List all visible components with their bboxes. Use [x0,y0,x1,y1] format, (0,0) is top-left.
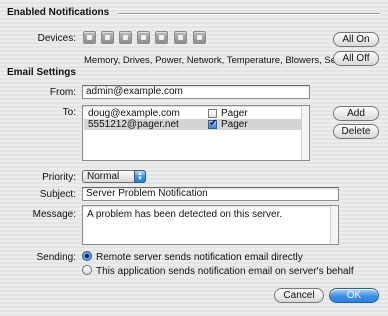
list-item[interactable]: doug@example.com Pager [84,108,301,119]
from-field[interactable]: admin@example.com [82,85,310,99]
devices-label: Devices: [37,33,76,44]
enabled-notifications-title: Enabled Notifications [7,7,110,18]
sending-option-remote-radio[interactable] [82,251,92,261]
sending-label: Sending: [36,252,76,263]
pager-label: Pager [221,119,248,130]
add-button[interactable]: Add [333,106,379,121]
blowers-icon[interactable] [174,31,187,44]
recipient-address: doug@example.com [88,108,180,119]
notification-settings-panel: Enabled Notifications Devices: Memory, D… [0,0,388,316]
from-label: From: [49,87,76,98]
sending-option-local-label: This application sends notification emai… [96,266,354,277]
popup-arrows-icon: ▲ ▼ [134,170,146,183]
delete-button[interactable]: Delete [333,124,379,139]
cancel-button[interactable]: Cancel [274,288,324,303]
email-settings-title: Email Settings [7,67,76,78]
message-scrollbar[interactable] [330,206,338,244]
pager-label: Pager [221,108,248,119]
temperature-icon[interactable] [155,31,168,44]
to-label: To: [62,107,76,118]
checkmark-icon: ✔ [209,118,218,129]
sending-option-local-radio[interactable] [82,265,92,275]
priority-label: Priority: [42,172,76,183]
message-field[interactable]: A problem has been detected on this serv… [82,205,339,245]
network-icon[interactable] [137,31,150,44]
pager-checkbox[interactable] [208,109,217,118]
message-label: Message: [32,209,76,220]
sending-option-remote-label: Remote server sends notification email d… [96,252,303,263]
recipient-address: 5551212@pager.net [88,119,179,130]
pager-checkbox[interactable]: ✔ [208,118,218,129]
all-on-button[interactable]: All On [333,32,379,47]
priority-value: Normal [87,171,120,182]
devices-caption: Memory, Drives, Power, Network, Temperat… [84,55,359,66]
memory-icon[interactable] [83,31,96,44]
all-off-button[interactable]: All Off [333,51,379,66]
drives-icon[interactable] [101,31,114,44]
recipients-list[interactable]: doug@example.com Pager 5551212@pager.net… [82,105,310,161]
section-divider [118,13,380,14]
subject-field[interactable]: Server Problem Notification [82,187,339,201]
subject-label: Subject: [39,189,76,200]
message-text: A problem has been detected on this serv… [87,209,283,220]
list-item[interactable]: 5551212@pager.net ✔ Pager [84,118,301,130]
power-icon[interactable] [119,31,132,44]
ok-button[interactable]: OK [329,288,379,303]
priority-popup[interactable]: Normal ▲ ▼ [82,170,146,183]
list-scrollbar[interactable] [301,106,309,160]
security-icon[interactable] [193,31,206,44]
